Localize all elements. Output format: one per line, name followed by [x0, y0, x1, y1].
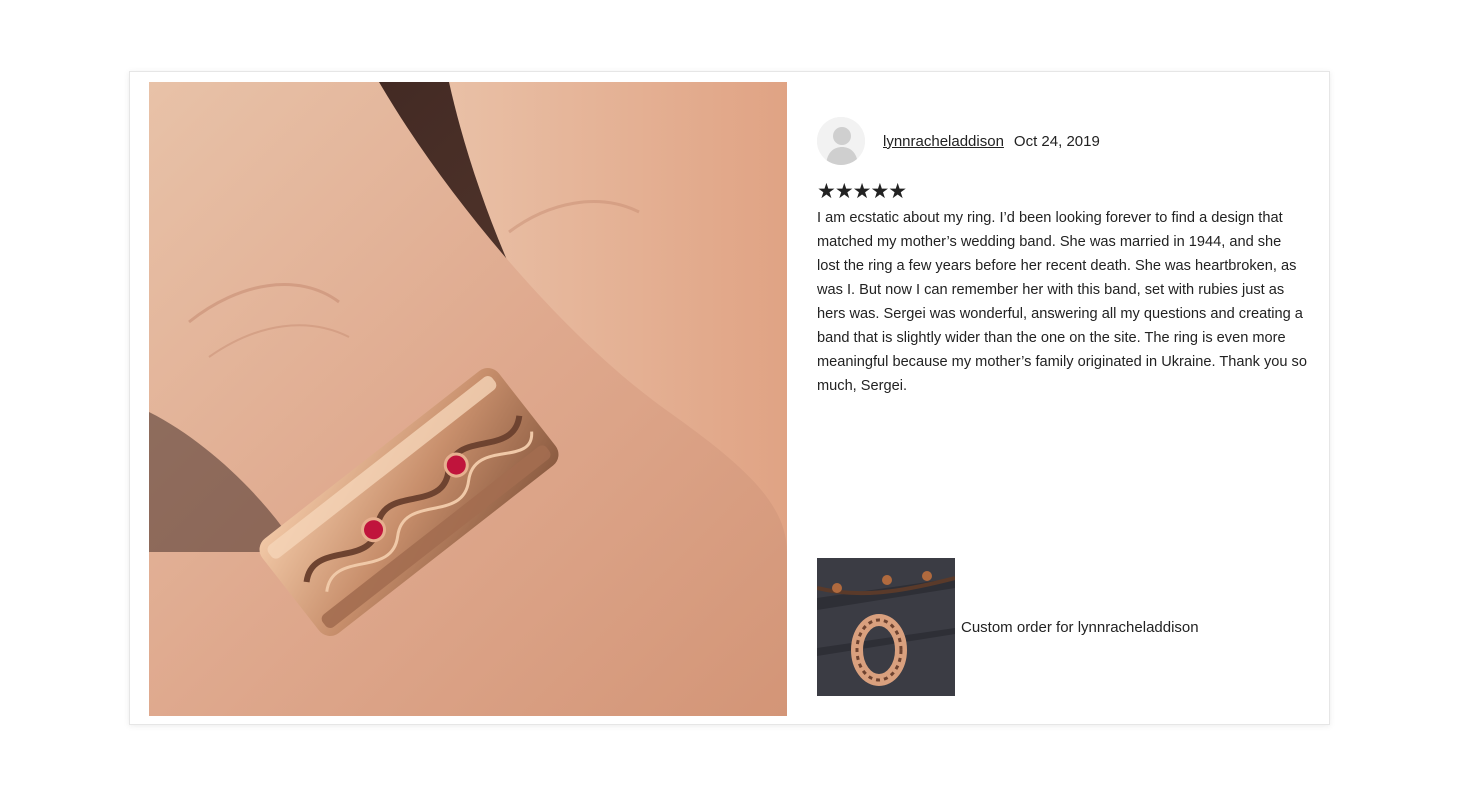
star-rating: ★★★★★: [817, 180, 907, 203]
review-body: lynnracheladdison Oct 24, 2019 ★★★★★ I a…: [817, 116, 1307, 398]
reviewer-username-link[interactable]: lynnracheladdison: [883, 133, 1004, 150]
item-title-link[interactable]: Custom order for lynnracheladdison: [961, 619, 1199, 636]
item-thumbnail[interactable]: [817, 558, 955, 696]
review-photo[interactable]: [149, 82, 787, 716]
review-card: lynnracheladdison Oct 24, 2019 ★★★★★ I a…: [129, 71, 1330, 725]
review-date: Oct 24, 2019: [1013, 132, 1100, 150]
purchased-item[interactable]: Custom order for lynnracheladdison: [817, 558, 1199, 696]
item-ring-image: [817, 558, 955, 696]
avatar[interactable]: [817, 117, 865, 165]
review-text: I am ecstatic about my ring. I’d been lo…: [817, 210, 1307, 394]
reviewer-row: lynnracheladdison Oct 24, 2019: [817, 116, 1307, 166]
ring-on-finger-image: [149, 82, 787, 716]
default-user-icon: [817, 117, 865, 165]
